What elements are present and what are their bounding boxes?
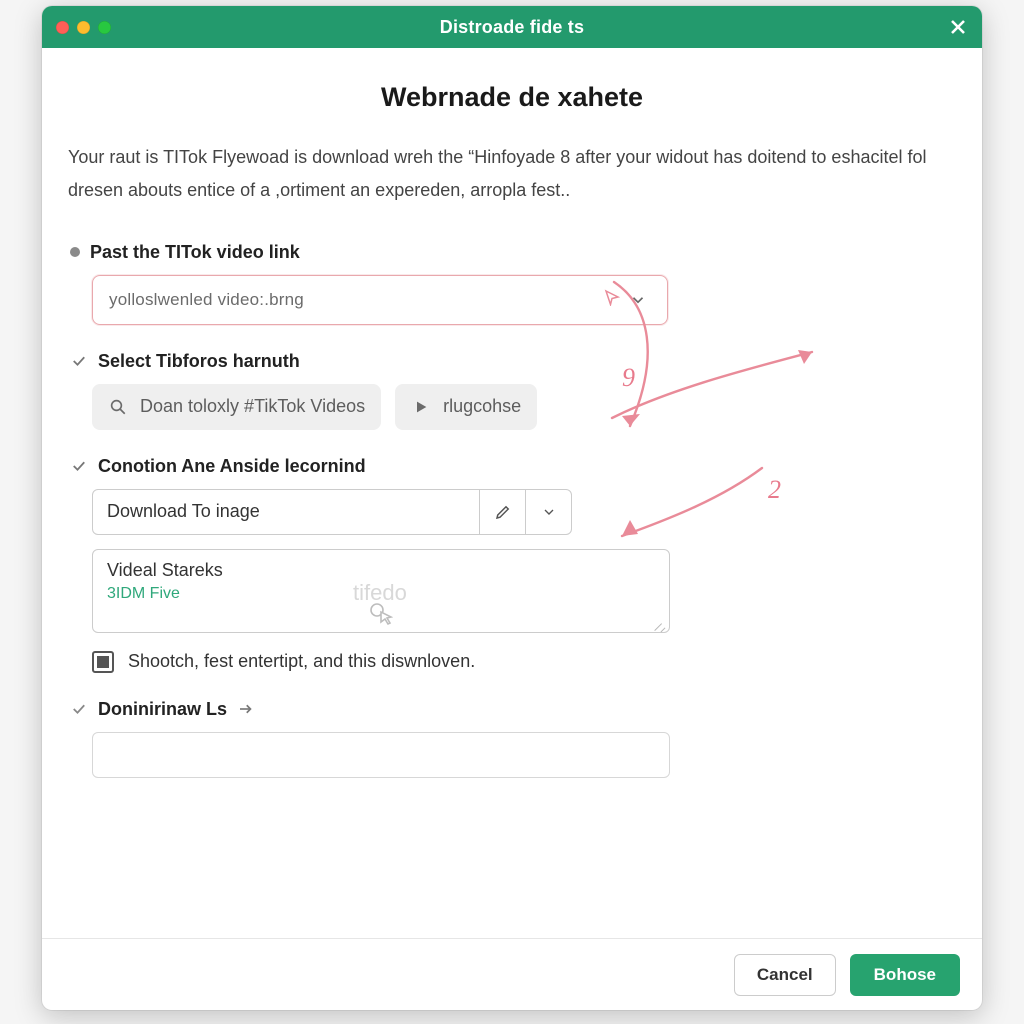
page-title: Webrnade de xahete (68, 82, 956, 113)
close-icon (949, 18, 967, 36)
step-configure: Conotion Ane Anside lecornind Download T… (68, 456, 956, 673)
video-link-input[interactable]: yolloslwenled video:.brng (92, 275, 668, 325)
pencil-icon (494, 503, 512, 521)
search-pill[interactable]: Doan toloxly #TikTok Videos (92, 384, 381, 430)
step1-label: Past the TITok video link (90, 242, 300, 263)
cursor-pointer-icon (603, 288, 621, 311)
details-textarea[interactable]: Videal Stareks 3IDM Five tifedo (92, 549, 670, 633)
textarea-line2: 3IDM Five (107, 585, 655, 603)
format-edit-button[interactable] (479, 490, 525, 534)
resize-handle-icon[interactable] (654, 617, 666, 629)
step4-label: Doninirinaw Ls (98, 699, 227, 720)
confirm-button[interactable]: Bohose (850, 954, 960, 996)
play-pill-label: rlugcohse (443, 396, 521, 417)
step-paste-link: Past the TITok video link yolloslwenled … (68, 242, 956, 325)
intro-text: Your raut is TITok Flyewoad is download … (68, 141, 956, 208)
bullet-icon (70, 247, 80, 257)
titlebar: Distroade fide ts (42, 6, 982, 48)
close-button[interactable] (944, 13, 972, 41)
step1-label-row: Past the TITok video link (70, 242, 956, 263)
option-checkbox-row: Shootch, fest entertipt, and this diswnl… (92, 651, 956, 673)
step-destination: Doninirinaw Ls (68, 699, 956, 778)
step4-label-row: Doninirinaw Ls (70, 699, 956, 720)
option-checkbox[interactable] (92, 651, 114, 673)
titlebar-title: Distroade fide ts (42, 17, 982, 38)
format-select[interactable]: Download To inage (92, 489, 572, 535)
format-select-value: Download To inage (93, 490, 479, 534)
check-icon (70, 700, 88, 718)
search-icon (108, 397, 128, 417)
video-link-value: yolloslwenled video:.brng (109, 290, 603, 310)
chevron-down-icon (541, 504, 557, 520)
dialog-content: Webrnade de xahete Your raut is TITok Fl… (42, 48, 982, 938)
check-icon (70, 457, 88, 475)
chevron-down-icon (629, 291, 647, 309)
hand-cursor-icon (369, 602, 393, 631)
step2-pills: Doan toloxly #TikTok Videos rlugcohse (92, 384, 956, 430)
step2-label-row: Select Tibforos harnuth (70, 351, 956, 372)
cancel-button[interactable]: Cancel (734, 954, 836, 996)
step3-label: Conotion Ane Anside lecornind (98, 456, 366, 477)
play-pill[interactable]: rlugcohse (395, 384, 537, 430)
arrow-right-icon (237, 700, 255, 718)
option-checkbox-label: Shootch, fest entertipt, and this diswnl… (128, 651, 475, 672)
textarea-line1: Videal Stareks (107, 560, 655, 581)
play-icon (411, 397, 431, 417)
step2-label: Select Tibforos harnuth (98, 351, 300, 372)
step-select-source: Select Tibforos harnuth Doan toloxly #Ti… (68, 351, 956, 430)
step3-label-row: Conotion Ane Anside lecornind (70, 456, 956, 477)
format-dropdown-button[interactable] (525, 490, 571, 534)
search-pill-label: Doan toloxly #TikTok Videos (140, 396, 365, 417)
destination-input[interactable] (92, 732, 670, 778)
dialog-window: Distroade fide ts Webrnade de xahete You… (42, 6, 982, 1010)
dialog-footer: Cancel Bohose (42, 938, 982, 1010)
check-icon (70, 352, 88, 370)
link-input-dropdown[interactable] (621, 283, 655, 317)
